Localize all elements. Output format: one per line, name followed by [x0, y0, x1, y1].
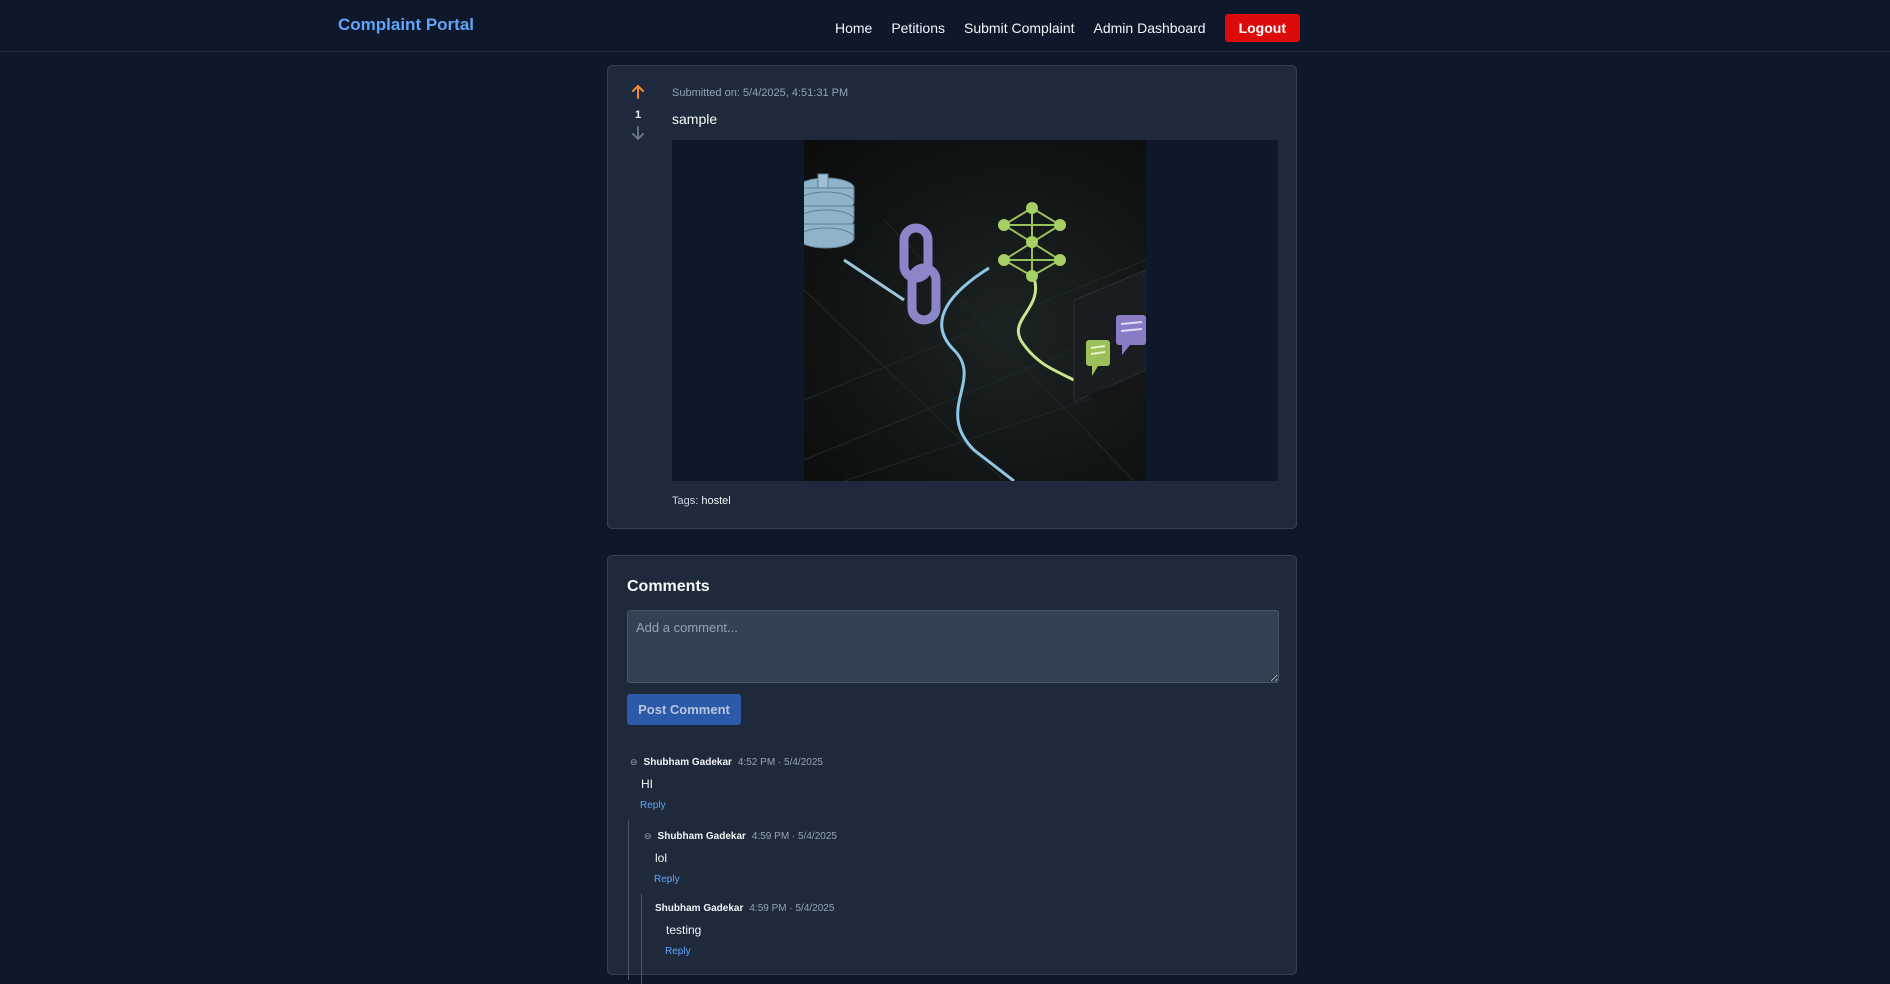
comment-header: Shubham Gadekar 4:59 PM · 5/4/2025 [655, 903, 834, 914]
post-comment-button[interactable]: Post Comment [627, 694, 741, 725]
thread-line [628, 820, 629, 980]
nav-admin-dashboard[interactable]: Admin Dashboard [1094, 20, 1206, 36]
submitted-date: Submitted on: 5/4/2025, 4:51:31 PM [672, 87, 849, 99]
comment-input[interactable] [627, 610, 1279, 683]
comments-heading: Comments [627, 578, 710, 595]
thread-line [641, 894, 642, 984]
nav-links: Home Petitions Submit Complaint Admin Da… [816, 14, 1300, 42]
reply-link[interactable]: Reply [665, 946, 834, 957]
tag-hostel: hostel [701, 495, 731, 507]
vote-count: 1 [634, 109, 642, 121]
comment-header: ⊖ Shubham Gadekar 4:52 PM · 5/4/2025 [630, 757, 823, 768]
nav-petitions[interactable]: Petitions [891, 20, 945, 36]
comment-time: 4:52 PM · 5/4/2025 [737, 757, 823, 768]
nav-submit-complaint[interactable]: Submit Complaint [964, 20, 1075, 36]
comment: ⊖ Shubham Gadekar 4:52 PM · 5/4/2025 HI Re… [630, 757, 823, 811]
reply-link[interactable]: Reply [640, 800, 823, 811]
arrow-down-icon[interactable] [623, 125, 653, 144]
comment-text: testing [666, 923, 702, 937]
navbar: Complaint Portal Home Petitions Submit C… [0, 0, 1890, 52]
tags: Tags: hostel [672, 495, 731, 507]
comment-author: Shubham Gadekar [657, 831, 746, 842]
arrow-up-icon[interactable] [623, 84, 653, 103]
comments-card: Comments Post Comment ⊖ Shubham Gadekar 4:… [607, 555, 1297, 984]
attached-image [797, 140, 1147, 481]
reply-link[interactable]: Reply [654, 874, 837, 885]
nav-home[interactable]: Home [835, 20, 872, 36]
complaint-card: 1 Submitted on: 5/4/2025, 4:51:31 PM sam… [607, 65, 1297, 529]
comment: Shubham Gadekar 4:59 PM · 5/4/2025 testin… [655, 903, 834, 957]
complaint-image [672, 140, 1278, 481]
comment-text: lol [655, 851, 668, 865]
tags-label: Tags: [672, 495, 699, 507]
vote-column: 1 [623, 84, 653, 144]
collapse-icon[interactable]: ⊖ [630, 757, 638, 767]
comment-author: Shubham Gadekar [643, 757, 732, 768]
comment-time: 4:59 PM · 5/4/2025 [751, 831, 837, 842]
comment-header: ⊖ Shubham Gadekar 4:59 PM · 5/4/2025 [644, 831, 837, 842]
collapse-icon[interactable]: ⊖ [644, 831, 652, 841]
logout-button[interactable]: Logout [1224, 14, 1300, 42]
comment-text: HI [641, 777, 653, 791]
comment-time: 4:59 PM · 5/4/2025 [749, 903, 835, 914]
brand-logo[interactable]: Complaint Portal [338, 15, 474, 35]
comment: ⊖ Shubham Gadekar 4:59 PM · 5/4/2025 lol R… [644, 831, 837, 885]
complaint-title: sample [672, 111, 718, 127]
comment-author: Shubham Gadekar [655, 903, 744, 914]
